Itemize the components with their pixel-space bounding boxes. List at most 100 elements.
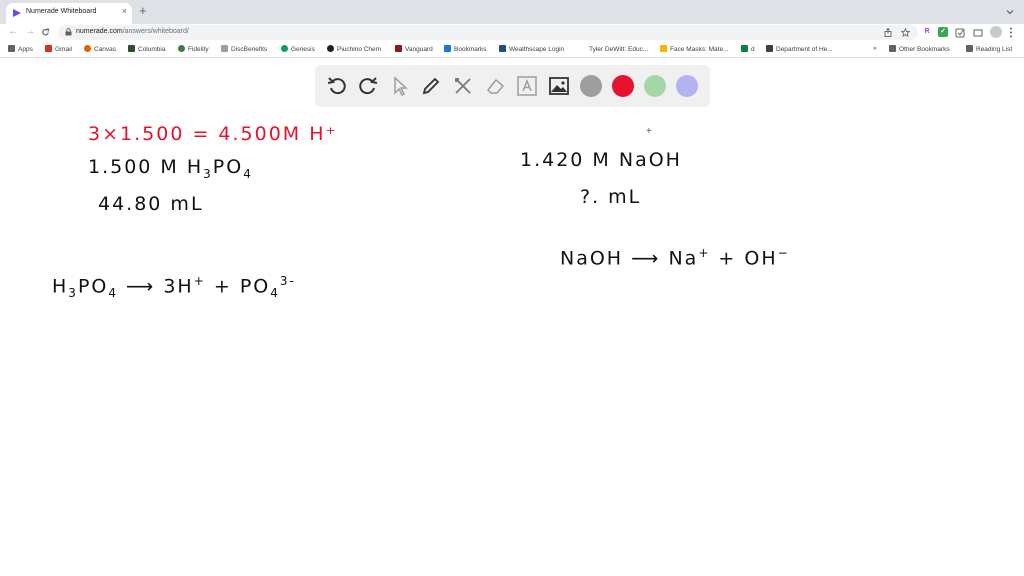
profile-avatar[interactable] <box>990 26 1002 38</box>
genesis-icon <box>281 45 288 52</box>
bookmark-star-icon[interactable] <box>901 28 910 37</box>
back-button[interactable]: ← <box>8 26 18 38</box>
select-pointer-icon[interactable] <box>389 75 411 97</box>
bookmark-vanguard[interactable]: Vanguard <box>395 45 433 53</box>
bookmark-genesis[interactable]: Genesis <box>281 45 315 53</box>
superscript: + <box>193 274 206 288</box>
subscript: 3 <box>203 166 213 181</box>
bookmark-label: Department of He... <box>776 46 833 53</box>
bookmark-piuchino-chem[interactable]: Piuchino Chem <box>327 45 381 53</box>
browser-tab[interactable]: Numerade Whiteboard × <box>6 3 132 24</box>
tab-search-icon[interactable] <box>1006 8 1014 16</box>
bookmark-bookmarks[interactable]: Bookmarks <box>444 45 487 53</box>
bookmark-label: Gmail <box>55 46 72 53</box>
address-bar[interactable]: numerade.com/answers/whiteboard/ <box>58 25 918 40</box>
bookmark-wealthscape[interactable]: Wealthscape Login <box>499 45 564 53</box>
globe-icon <box>327 45 334 52</box>
bookmark-label: Reading List <box>976 46 1013 53</box>
tyler-dewitt-icon <box>579 45 586 52</box>
bookmark-label: Apps <box>18 46 33 53</box>
menu-icon[interactable] <box>1009 27 1013 38</box>
bookmark-label: Fidelity <box>188 46 209 53</box>
url-host: numerade.com <box>76 28 123 35</box>
bookmark-reading-list[interactable]: Reading List <box>966 45 1012 53</box>
face-masks-icon <box>660 45 667 52</box>
bookmarks-overflow-button[interactable]: » <box>873 45 877 52</box>
color-purple-swatch[interactable] <box>676 75 698 97</box>
plus: + <box>213 275 232 298</box>
text: PO <box>239 275 271 298</box>
arrow: ⟶ <box>126 275 156 298</box>
bookmark-label: Canvas <box>94 46 117 53</box>
pencil-icon[interactable] <box>420 75 442 97</box>
color-green-swatch[interactable] <box>644 75 666 97</box>
eraser-icon[interactable] <box>484 75 506 97</box>
text: PO <box>77 275 109 298</box>
forward-button[interactable]: → <box>25 26 35 38</box>
naoh-concentration: 1.420 M NaOH <box>520 149 682 171</box>
tab-close-icon[interactable]: × <box>122 6 127 16</box>
undo-icon[interactable] <box>326 75 348 97</box>
text-icon[interactable] <box>516 75 538 97</box>
share-icon[interactable] <box>884 28 892 37</box>
whiteboard-canvas[interactable]: 3×1.500 = 4.500M H⁺ 1.500 M H3PO4 44.80 … <box>0 59 1024 576</box>
url-text[interactable]: numerade.com/answers/whiteboard/ <box>76 28 189 35</box>
cursor-crosshair: + <box>646 126 652 137</box>
bookmark-face-masks[interactable]: Face Masks: Mate... <box>660 45 729 53</box>
superscript: + <box>698 246 711 260</box>
numerade-favicon-icon <box>13 9 21 17</box>
bookmark-label: Piuchino Chem <box>337 46 382 53</box>
text: NaOH <box>560 247 624 270</box>
color-gray-swatch[interactable] <box>580 75 602 97</box>
bookmark-label: Vanguard <box>405 46 433 53</box>
extension-check-icon[interactable]: ✓ <box>938 27 948 37</box>
bookmark-apps[interactable]: Apps <box>8 45 33 53</box>
bookmark-label: Genesis <box>291 46 315 53</box>
bookmark-fidelity[interactable]: Fidelity <box>178 45 209 53</box>
bookmark-canvas[interactable]: Canvas <box>84 45 116 53</box>
fidelity-icon <box>178 45 185 52</box>
superscript: − <box>777 246 790 260</box>
tools-icon[interactable] <box>452 75 474 97</box>
text: PO <box>212 156 244 178</box>
bookmark-d[interactable]: d <box>741 45 755 53</box>
whiteboard-toolbar <box>315 65 710 107</box>
new-tab-button[interactable]: + <box>139 4 147 18</box>
bookmarks-bar: Apps Gmail Canvas Columbia Fidelity Disc… <box>0 42 1024 58</box>
bookmark-label: Bookmarks <box>454 46 487 53</box>
bookmark-discbenefits[interactable]: DiscBenefits <box>221 45 267 53</box>
redo-icon[interactable] <box>357 75 379 97</box>
text: OH <box>744 247 778 270</box>
subscript: 4 <box>270 286 280 301</box>
bookmark-label: Face Masks: Mate... <box>670 46 729 53</box>
h3po4-concentration: 1.500 M H3PO4 <box>88 158 253 180</box>
color-red-swatch[interactable] <box>612 75 634 97</box>
subscript: 3 <box>68 286 78 301</box>
bookmark-tyler-dewitt[interactable]: Tyler DeWitt: Educ... <box>579 45 648 53</box>
bookmark-other[interactable]: Other Bookmarks <box>889 45 950 53</box>
apps-grid-icon <box>8 45 15 52</box>
reload-icon[interactable] <box>41 28 50 37</box>
plus: + <box>718 247 737 270</box>
naoh-volume-unknown: ?. mL <box>580 186 642 208</box>
bookmark-gmail[interactable]: Gmail <box>45 45 72 53</box>
wealthscape-icon <box>499 45 506 52</box>
bookmark-label: Other Bookmarks <box>899 46 950 53</box>
text: 3H <box>163 275 194 298</box>
bookmark-department[interactable]: Department of He... <box>766 45 833 53</box>
gmail-icon <box>45 45 52 52</box>
bookmark-label: d <box>751 46 755 53</box>
extension-box-icon[interactable] <box>955 28 965 38</box>
text: Na <box>668 247 699 270</box>
vanguard-icon <box>395 45 402 52</box>
cast-icon[interactable] <box>973 28 983 38</box>
reading-list-icon <box>966 45 973 52</box>
extension-r-icon[interactable]: R <box>922 27 932 37</box>
image-icon[interactable] <box>548 75 570 97</box>
bookmark-label: Wealthscape Login <box>509 46 565 53</box>
subscript: 4 <box>108 286 118 301</box>
bookmark-columbia[interactable]: Columbia <box>128 45 165 53</box>
lock-icon[interactable] <box>65 28 72 36</box>
bookmark-label: DiscBenefits <box>231 46 268 53</box>
h3po4-dissociation: H3PO4 ⟶ 3H+ + PO43- <box>52 275 296 299</box>
